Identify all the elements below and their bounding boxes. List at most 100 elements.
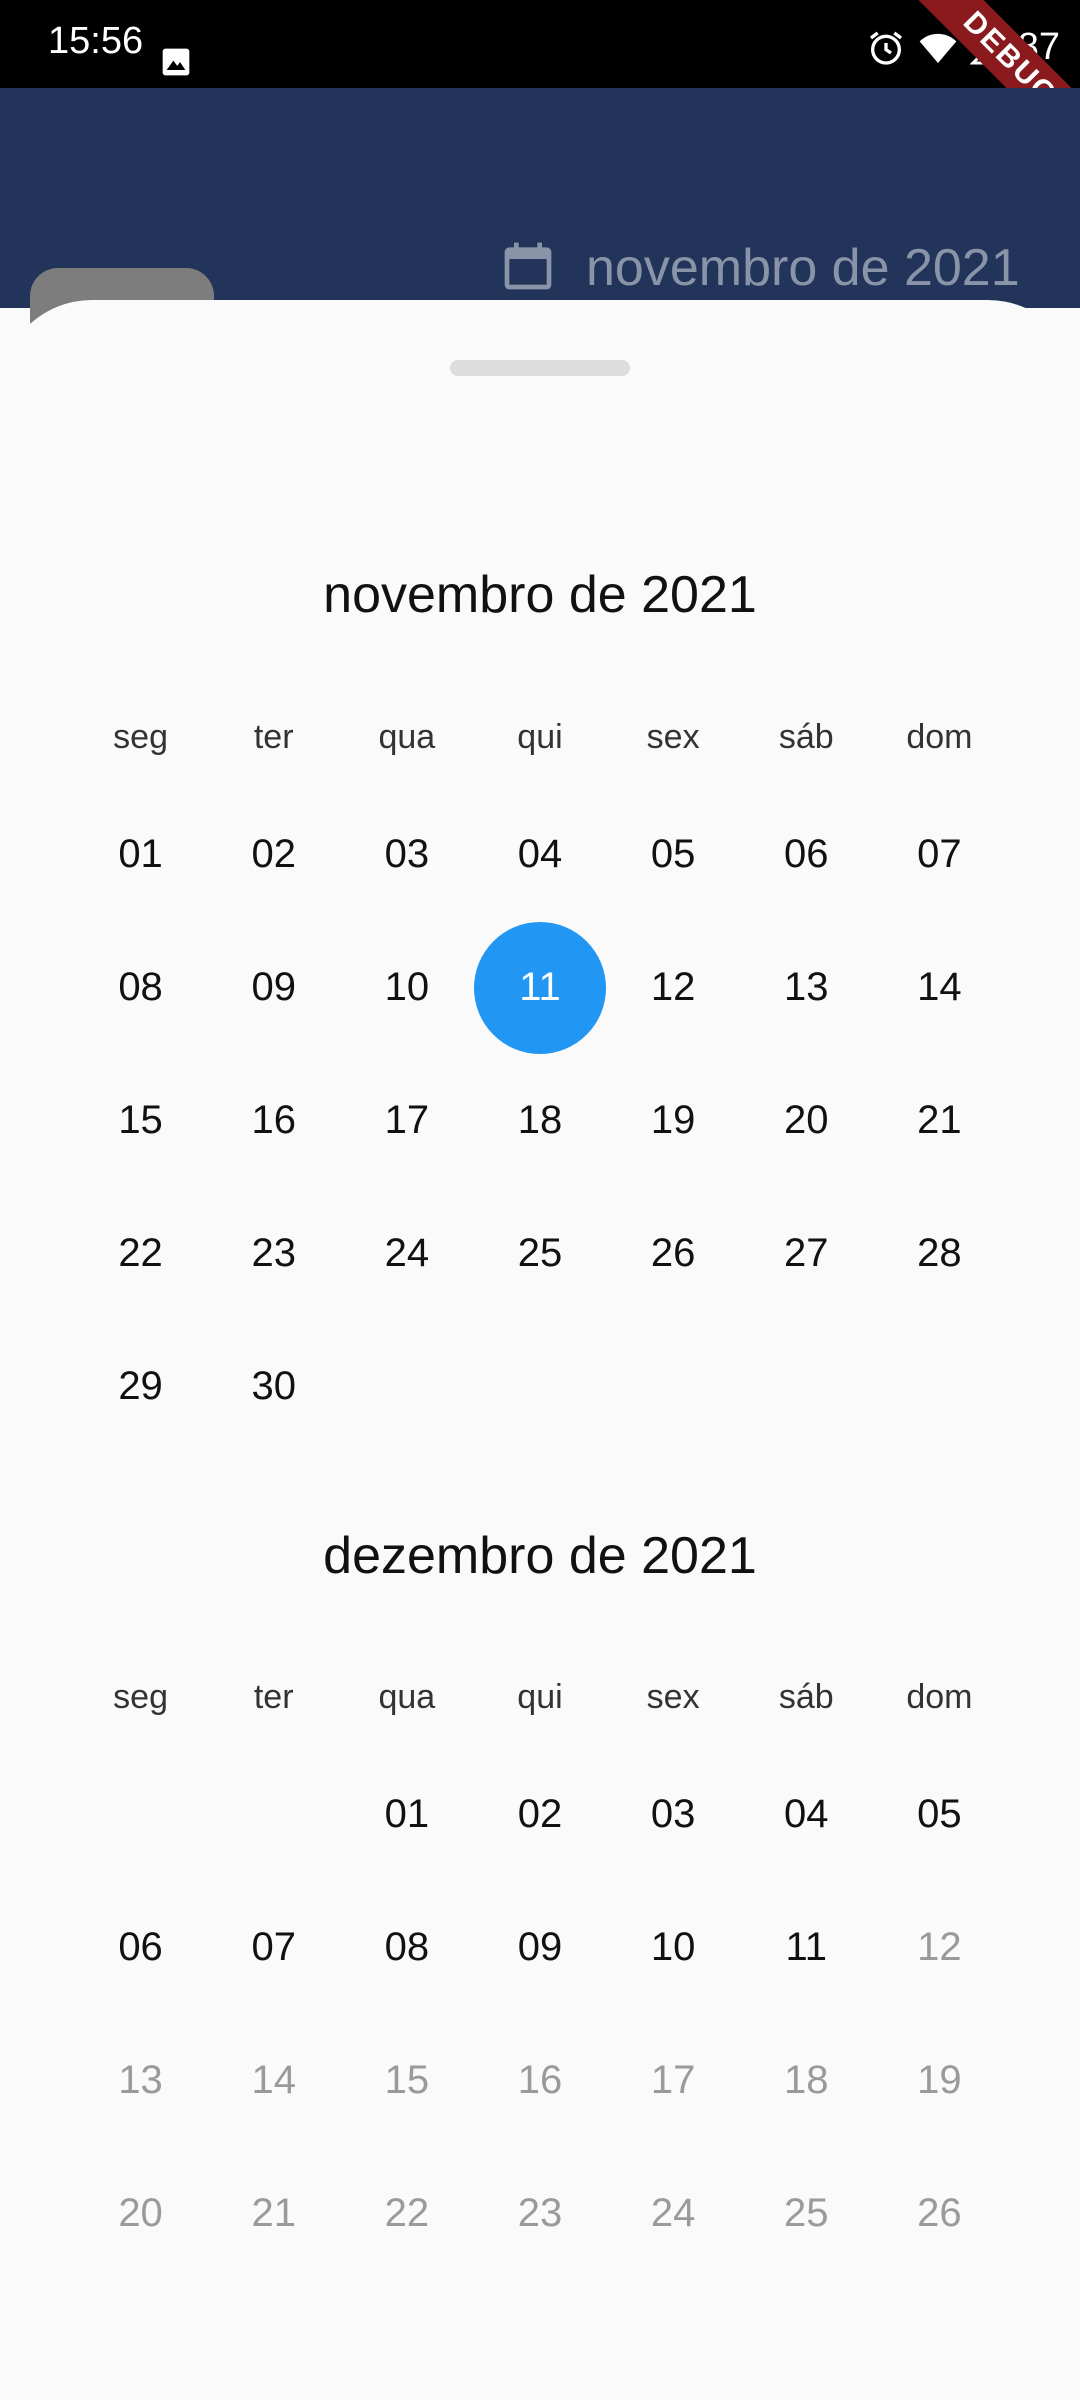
day-cell-selected[interactable]: 11 — [473, 921, 606, 1054]
day-cell[interactable]: 30 — [207, 1320, 340, 1453]
day-number: 29 — [118, 1364, 163, 1408]
day-cell[interactable]: 26 — [607, 1187, 740, 1320]
day-cell[interactable]: 09 — [207, 921, 340, 1054]
day-number: 23 — [517, 2191, 563, 2235]
day-number: 22 — [384, 2191, 430, 2235]
day-number: 27 — [784, 1231, 829, 1275]
day-cell[interactable]: 24 — [340, 1187, 473, 1320]
day-cell[interactable]: 19 — [607, 1054, 740, 1187]
day-cell: 20 — [74, 2147, 207, 2280]
day-number: 09 — [251, 965, 296, 1009]
day-cell[interactable]: 07 — [873, 788, 1006, 921]
day-number: 26 — [917, 2191, 962, 2235]
day-number: 01 — [118, 832, 163, 876]
day-cell[interactable]: 29 — [74, 1320, 207, 1453]
day-number: 25 — [784, 2191, 829, 2235]
bottom-fade — [0, 2280, 1080, 2400]
day-number: 02 — [517, 1792, 563, 1836]
day-number: 11 — [785, 1925, 828, 1969]
day-cell[interactable]: 01 — [74, 788, 207, 921]
day-number: 02 — [251, 832, 296, 876]
day-cell[interactable]: 03 — [340, 788, 473, 921]
day-number: 16 — [251, 1098, 296, 1142]
day-cell[interactable]: 08 — [74, 921, 207, 1054]
day-cell[interactable]: 02 — [473, 1748, 606, 1881]
drag-handle[interactable] — [450, 360, 630, 376]
day-number: 03 — [650, 1792, 696, 1836]
day-cell[interactable]: 03 — [607, 1748, 740, 1881]
day-cell: 18 — [740, 2014, 873, 2147]
day-cell[interactable]: 15 — [74, 1054, 207, 1187]
day-number: 10 — [384, 965, 430, 1009]
day-number: 16 — [517, 2058, 563, 2102]
day-number: 12 — [917, 1925, 962, 1969]
day-number: 21 — [917, 1098, 962, 1142]
day-number: 01 — [384, 1792, 430, 1836]
weekday-row: seg ter qua qui sex sáb dom — [74, 1678, 1006, 1717]
image-notification-icon — [162, 48, 190, 76]
empty-day-cell — [207, 1748, 340, 1881]
day-cell: 12 — [873, 1881, 1006, 2014]
day-number: 05 — [917, 1792, 962, 1836]
day-cell[interactable]: 07 — [207, 1881, 340, 2014]
weekday-label: sex — [646, 1678, 700, 1716]
day-cell[interactable]: 13 — [740, 921, 873, 1054]
day-cell[interactable]: 23 — [207, 1187, 340, 1320]
day-number: 14 — [251, 2058, 296, 2102]
day-cell[interactable]: 11 — [740, 1881, 873, 2014]
day-number: 24 — [650, 2191, 696, 2235]
day-number: 06 — [118, 1925, 163, 1969]
day-number: 11 — [473, 921, 606, 1054]
empty-day-cell — [74, 1748, 207, 1881]
day-number: 07 — [251, 1925, 296, 1969]
day-cell[interactable]: 21 — [873, 1054, 1006, 1187]
day-cell[interactable]: 17 — [340, 1054, 473, 1187]
calendar-icon[interactable] — [500, 238, 556, 294]
day-number: 04 — [517, 832, 563, 876]
day-number: 07 — [917, 832, 962, 876]
day-cell[interactable]: 10 — [607, 1881, 740, 2014]
day-cell: 24 — [607, 2147, 740, 2280]
day-cell[interactable]: 08 — [340, 1881, 473, 2014]
day-number: 14 — [917, 965, 962, 1009]
day-cell[interactable]: 04 — [473, 788, 606, 921]
day-cell[interactable]: 14 — [873, 921, 1006, 1054]
day-cell[interactable]: 05 — [607, 788, 740, 921]
day-number: 10 — [650, 1925, 696, 1969]
day-cell[interactable]: 28 — [873, 1187, 1006, 1320]
day-cell[interactable]: 10 — [340, 921, 473, 1054]
day-cell[interactable]: 06 — [74, 1881, 207, 2014]
day-cell[interactable]: 12 — [607, 921, 740, 1054]
day-cell[interactable]: 02 — [207, 788, 340, 921]
day-number: 17 — [384, 1098, 430, 1142]
day-number: 20 — [118, 2191, 163, 2235]
weekday-label: qua — [378, 718, 436, 756]
app-bar-month-title[interactable]: novembro de 2021 — [586, 238, 1020, 298]
weekday-label: qua — [378, 1678, 436, 1716]
day-cell: 19 — [873, 2014, 1006, 2147]
weekday-label: seg — [113, 1678, 168, 1716]
day-number: 30 — [251, 1364, 296, 1408]
day-cell[interactable]: 18 — [473, 1054, 606, 1187]
day-number: 21 — [251, 2191, 296, 2235]
month-title: dezembro de 2021 — [323, 1527, 757, 1585]
day-cell[interactable]: 16 — [207, 1054, 340, 1187]
day-number: 03 — [384, 832, 430, 876]
day-cell[interactable]: 09 — [473, 1881, 606, 2014]
day-cell[interactable]: 20 — [740, 1054, 873, 1187]
day-cell: 16 — [473, 2014, 606, 2147]
day-cell[interactable]: 04 — [740, 1748, 873, 1881]
day-number: 20 — [784, 1098, 829, 1142]
day-cell[interactable]: 01 — [340, 1748, 473, 1881]
day-cell[interactable]: 22 — [74, 1187, 207, 1320]
day-number: 05 — [650, 832, 696, 876]
month-title: novembro de 2021 — [323, 566, 757, 624]
day-cell[interactable]: 27 — [740, 1187, 873, 1320]
day-number: 19 — [917, 2058, 962, 2102]
day-cell[interactable]: 06 — [740, 788, 873, 921]
day-cell[interactable]: 05 — [873, 1748, 1006, 1881]
weekday-label: qui — [517, 1678, 563, 1716]
weekday-label: ter — [253, 718, 294, 756]
day-cell: 23 — [473, 2147, 606, 2280]
day-cell[interactable]: 25 — [473, 1187, 606, 1320]
